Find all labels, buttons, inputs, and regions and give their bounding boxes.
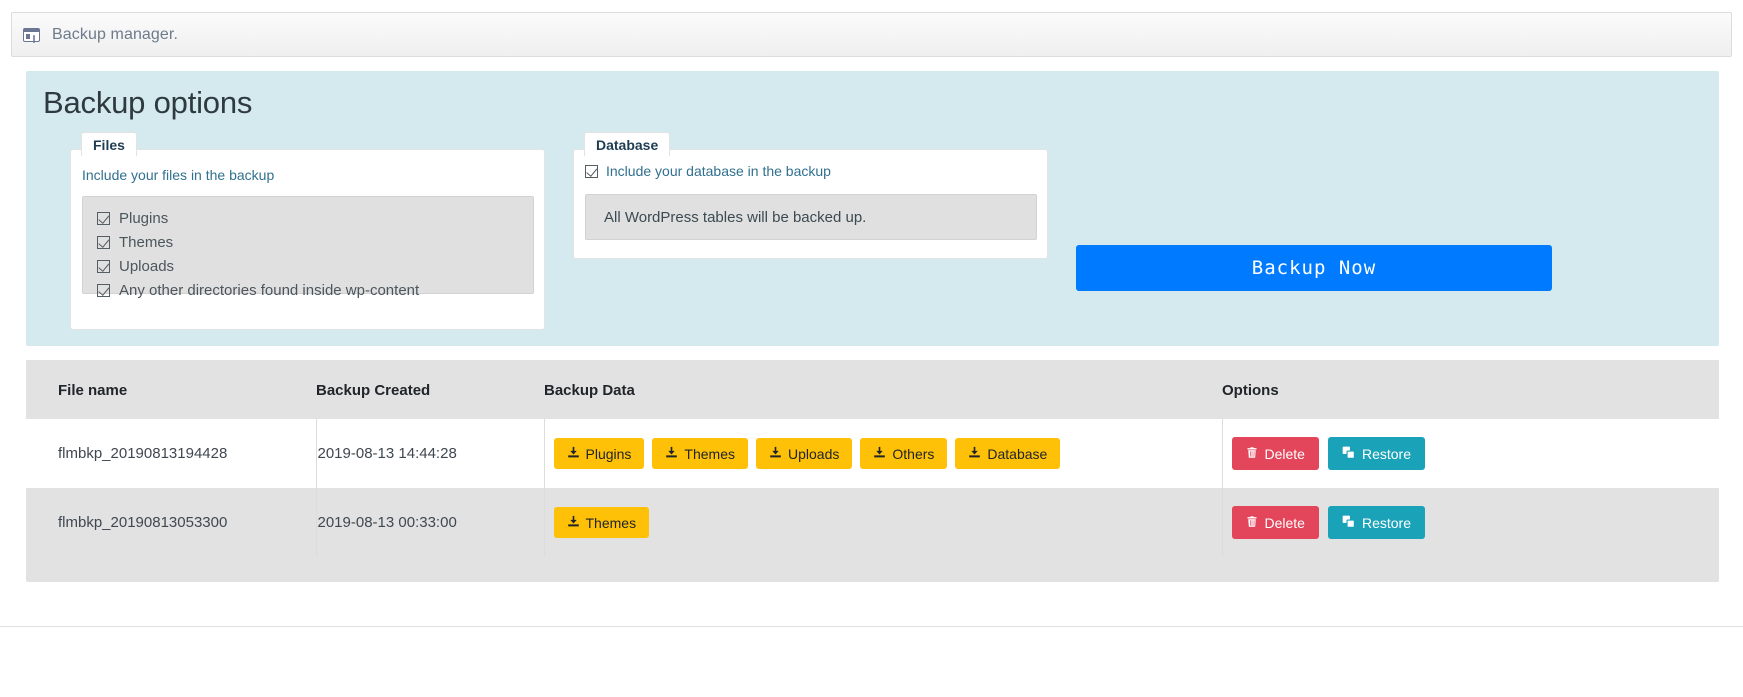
download-themes-label: Themes bbox=[684, 445, 735, 462]
download-icon bbox=[769, 446, 782, 461]
row-action-buttons: Delete Restore bbox=[1224, 437, 1719, 470]
cell-backup-created: 2019-08-13 00:33:00 bbox=[315, 488, 544, 557]
files-checkbox-group: Plugins Themes Uploads Any other directo… bbox=[82, 196, 534, 299]
download-uploads-button[interactable]: Uploads bbox=[756, 438, 853, 469]
checkbox-other-directories[interactable]: Any other directories found inside wp-co… bbox=[97, 278, 533, 302]
window-titlebar: Backup manager. bbox=[11, 12, 1732, 57]
files-card: Files Include your files in the backup P… bbox=[70, 132, 545, 330]
checkbox-plugins-label: Plugins bbox=[119, 209, 169, 227]
download-others-button[interactable]: Others bbox=[860, 438, 948, 469]
cell-options: Delete Restore bbox=[1221, 488, 1719, 557]
download-uploads-label: Uploads bbox=[788, 445, 840, 462]
table-row: flmbkp_20190813194428 2019-08-13 14:44:2… bbox=[26, 419, 1719, 488]
clone-icon bbox=[1342, 515, 1355, 530]
cell-file-name: flmbkp_20190813194428 bbox=[26, 419, 316, 488]
table-row: flmbkp_20190813053300 2019-08-13 00:33:0… bbox=[26, 488, 1719, 557]
checkbox-uploads[interactable]: Uploads bbox=[97, 254, 533, 278]
trash-icon bbox=[1246, 515, 1258, 530]
checkbox-themes-box[interactable] bbox=[97, 235, 110, 249]
backup-now-button[interactable]: Backup Now bbox=[1076, 245, 1552, 291]
restore-button-label: Restore bbox=[1361, 445, 1411, 462]
delete-button[interactable]: Delete bbox=[1231, 506, 1319, 539]
checkbox-include-database[interactable]: Include your database in the backup bbox=[585, 163, 831, 179]
window-title: Backup manager. bbox=[52, 25, 179, 43]
download-icon bbox=[968, 446, 981, 461]
cell-backup-created: 2019-08-13 14:44:28 bbox=[315, 419, 544, 488]
download-icon bbox=[665, 446, 678, 461]
delete-button[interactable]: Delete bbox=[1231, 437, 1319, 470]
trash-icon bbox=[1246, 446, 1258, 461]
checkbox-uploads-box[interactable] bbox=[97, 259, 110, 273]
backup-data-badges: Plugins Themes Uploads Others Database bbox=[546, 438, 1221, 469]
table-header-row: File name Backup Created Backup Data Opt… bbox=[26, 360, 1719, 419]
checkbox-other-directories-label: Any other directories found inside wp-co… bbox=[119, 281, 420, 299]
checkbox-include-database-label: Include your database in the backup bbox=[606, 163, 831, 179]
database-note-box: All WordPress tables will be backed up. bbox=[585, 194, 1037, 240]
checkbox-themes[interactable]: Themes bbox=[97, 230, 533, 254]
download-plugins-label: Plugins bbox=[585, 445, 632, 462]
window-list-icon bbox=[23, 27, 40, 42]
download-themes-label: Themes bbox=[585, 514, 637, 531]
database-card: Database Include your database in the ba… bbox=[573, 132, 1048, 259]
download-plugins-button[interactable]: Plugins bbox=[553, 438, 645, 469]
delete-button-label: Delete bbox=[1264, 514, 1305, 531]
delete-button-label: Delete bbox=[1264, 445, 1305, 462]
download-themes-button[interactable]: Themes bbox=[553, 507, 650, 538]
checkbox-plugins-box[interactable] bbox=[97, 211, 110, 225]
restore-button-label: Restore bbox=[1361, 514, 1411, 531]
backup-options-panel: Backup options Files Include your files … bbox=[26, 71, 1719, 346]
checkbox-themes-label: Themes bbox=[119, 233, 174, 251]
download-themes-button[interactable]: Themes bbox=[652, 438, 748, 469]
files-legend: Files bbox=[81, 132, 137, 156]
cell-backup-data: Plugins Themes Uploads Others Database bbox=[543, 419, 1222, 488]
cell-options: Delete Restore bbox=[1221, 419, 1719, 488]
column-header-backup-data: Backup Data bbox=[544, 360, 1222, 419]
backups-table: File name Backup Created Backup Data Opt… bbox=[26, 360, 1719, 557]
files-subtitle: Include your files in the backup bbox=[82, 167, 275, 183]
restore-button[interactable]: Restore bbox=[1327, 506, 1425, 539]
download-icon bbox=[873, 446, 886, 461]
page-title: Backup options bbox=[43, 85, 253, 120]
backups-table-container: File name Backup Created Backup Data Opt… bbox=[26, 360, 1719, 582]
database-note: All WordPress tables will be backed up. bbox=[604, 208, 867, 226]
download-others-label: Others bbox=[892, 445, 935, 462]
row-action-buttons: Delete Restore bbox=[1224, 506, 1719, 539]
cell-file-name: flmbkp_20190813053300 bbox=[26, 488, 316, 557]
cell-backup-data: Themes bbox=[543, 488, 1222, 557]
download-database-label: Database bbox=[987, 445, 1048, 462]
checkbox-include-database-box[interactable] bbox=[585, 164, 598, 178]
checkbox-uploads-label: Uploads bbox=[119, 257, 175, 275]
checkbox-other-directories-box[interactable] bbox=[97, 283, 110, 297]
clone-icon bbox=[1342, 446, 1355, 461]
restore-button[interactable]: Restore bbox=[1327, 437, 1425, 470]
column-header-backup-created: Backup Created bbox=[316, 360, 544, 419]
download-database-button[interactable]: Database bbox=[955, 438, 1061, 469]
download-icon bbox=[567, 515, 580, 530]
database-legend: Database bbox=[584, 132, 671, 156]
bottom-divider bbox=[0, 626, 1743, 627]
column-header-options: Options bbox=[1222, 360, 1719, 419]
backup-manager-page: Backup manager. Backup options Files Inc… bbox=[0, 0, 1743, 697]
backup-data-badges: Themes bbox=[546, 507, 1221, 538]
checkbox-plugins[interactable]: Plugins bbox=[97, 206, 533, 230]
column-header-file-name: File name bbox=[26, 360, 316, 419]
download-icon bbox=[567, 446, 580, 461]
